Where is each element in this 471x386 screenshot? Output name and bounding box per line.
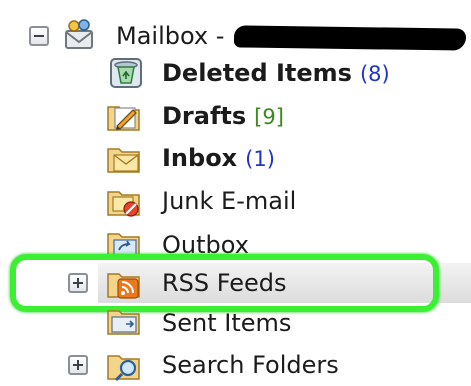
unread-count-drafts: [9]: [254, 105, 284, 129]
tree-item-search-folders[interactable]: Search Folders: [0, 345, 471, 385]
tree-item-inbox[interactable]: Inbox (1): [0, 138, 471, 178]
search-folders-icon: [107, 355, 140, 382]
deleted-items-icon: [110, 58, 142, 88]
folder-label-inbox: Inbox (1): [162, 144, 275, 172]
folder-label-deleted-items: Deleted Items (8): [162, 59, 390, 87]
folder-label-sent-items: Sent Items: [162, 309, 292, 337]
highlight-annotation: [10, 254, 439, 312]
folder-label-drafts: Drafts [9]: [162, 102, 284, 130]
mailbox-icon: [65, 19, 93, 49]
tree-item-sent-items[interactable]: Sent Items: [0, 307, 471, 343]
folder-label-search-folders: Search Folders: [162, 351, 339, 379]
drafts-icon: [107, 106, 140, 131]
folder-label-junk-email: Junk E-mail: [162, 187, 297, 215]
junk-email-icon: [107, 191, 140, 217]
redaction-mark: [233, 25, 467, 51]
collapse-toggle[interactable]: [29, 26, 49, 46]
inbox-icon: [107, 148, 140, 173]
tree-item-drafts[interactable]: Drafts [9]: [0, 96, 471, 136]
unread-count-deleted-items: (8): [359, 62, 390, 86]
expand-toggle-search-folders[interactable]: [68, 355, 88, 375]
tree-item-junk-email[interactable]: Junk E-mail: [0, 181, 471, 221]
tree-item-deleted-items[interactable]: Deleted Items (8): [0, 53, 471, 93]
unread-count-inbox: (1): [245, 147, 275, 171]
mailbox-label: Mailbox -: [116, 22, 225, 50]
sent-items-icon: [107, 310, 140, 335]
